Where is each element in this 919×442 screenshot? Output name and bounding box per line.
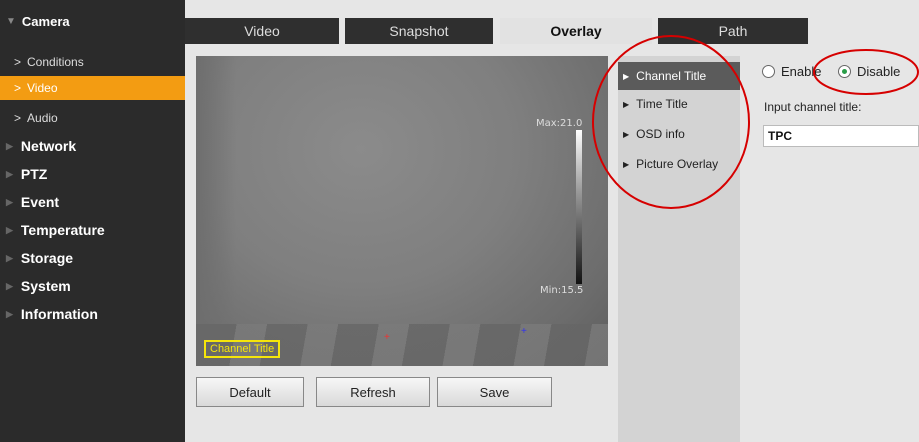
sidebar-item-label: Network [20, 138, 77, 154]
temperature-max-label: Max:21.0 [536, 118, 583, 129]
sidebar-item-label: PTZ [20, 166, 48, 182]
save-button[interactable]: Save [437, 377, 552, 407]
enable-label: Enable [781, 64, 822, 79]
disable-label: Disable [857, 64, 901, 79]
overlay-menu-label: Time Title [636, 97, 688, 111]
tab-video[interactable]: Video [185, 18, 339, 44]
sidebar-item-label: Audio [27, 111, 58, 125]
sidebar-item-network[interactable]: ▶ Network [0, 134, 185, 158]
overlay-menu-time-title[interactable]: ▶ Time Title [618, 90, 740, 118]
sidebar-item-temperature[interactable]: ▶ Temperature [0, 218, 185, 242]
sidebar-item-camera[interactable]: ▼ Camera [0, 10, 185, 32]
radio-checked-icon [838, 65, 851, 78]
overlay-menu-osd-info[interactable]: ▶ OSD info [618, 120, 740, 148]
triangle-right-icon: ▶ [6, 196, 13, 207]
default-button[interactable]: Default [196, 377, 304, 407]
chevron-right-icon: > [14, 55, 22, 69]
sidebar-item-audio[interactable]: > Audio [0, 106, 185, 130]
channel-title-form: Enable Disable Input channel title: [740, 56, 919, 442]
triangle-right-icon: ▶ [6, 224, 13, 235]
sidebar: ▼ Camera > Conditions > Video > Audio ▶ … [0, 0, 185, 442]
sidebar-item-label: System [20, 278, 71, 294]
channel-title-label: Input channel title: [764, 100, 862, 114]
triangle-right-icon: ▶ [623, 159, 630, 169]
temperature-scale-bar [576, 130, 582, 284]
sidebar-item-storage[interactable]: ▶ Storage [0, 246, 185, 270]
triangle-right-icon: ▶ [6, 140, 13, 151]
overlay-menu: ▶ Channel Title ▶ Time Title ▶ OSD info … [618, 56, 740, 442]
sidebar-item-label: Video [27, 81, 58, 95]
temperature-min-label: Min:15.5 [540, 285, 584, 296]
triangle-right-icon: ▶ [623, 129, 630, 139]
chevron-right-icon: > [14, 81, 22, 95]
triangle-down-icon: ▼ [6, 15, 16, 27]
sidebar-item-label: Storage [20, 250, 74, 266]
triangle-right-icon: ▶ [6, 308, 13, 319]
sidebar-item-label: Event [20, 194, 60, 210]
triangle-right-icon: ▶ [6, 280, 13, 291]
channel-title-input[interactable] [763, 125, 919, 147]
overlay-menu-label: OSD info [636, 127, 685, 141]
sidebar-item-label: Camera [21, 13, 70, 29]
tab-snapshot[interactable]: Snapshot [345, 18, 493, 44]
chevron-right-icon: > [14, 111, 22, 125]
overlay-menu-label: Channel Title [636, 69, 707, 83]
channel-title-overlay[interactable]: Channel Title [204, 340, 281, 358]
sidebar-item-label: Temperature [20, 222, 105, 238]
tab-overlay[interactable]: Overlay [500, 18, 652, 44]
sidebar-item-label: Conditions [27, 55, 84, 69]
sidebar-item-video[interactable]: > Video [0, 76, 185, 100]
triangle-right-icon: ▶ [623, 71, 630, 81]
video-shading [196, 56, 236, 366]
triangle-right-icon: ▶ [623, 99, 630, 109]
sidebar-item-ptz[interactable]: ▶ PTZ [0, 162, 185, 186]
sidebar-item-event[interactable]: ▶ Event [0, 190, 185, 214]
hot-spot-marker-icon: + [384, 332, 390, 343]
triangle-right-icon: ▶ [6, 168, 13, 179]
refresh-button[interactable]: Refresh [316, 377, 430, 407]
tab-path[interactable]: Path [658, 18, 808, 44]
disable-radio[interactable]: Disable [838, 64, 900, 79]
overlay-menu-label: Picture Overlay [636, 157, 719, 171]
sidebar-item-label: Information [20, 306, 98, 322]
overlay-menu-picture-overlay[interactable]: ▶ Picture Overlay [618, 150, 740, 178]
triangle-right-icon: ▶ [6, 252, 13, 263]
tab-bar: Video Snapshot Overlay Path [185, 18, 919, 44]
overlay-menu-channel-title[interactable]: ▶ Channel Title [618, 62, 740, 90]
radio-unchecked-icon [762, 65, 775, 78]
video-preview: Max:21.0 Min:15.5 + + Channel Title [196, 56, 608, 366]
sidebar-item-system[interactable]: ▶ System [0, 274, 185, 298]
cold-spot-marker-icon: + [521, 326, 527, 337]
enable-radio[interactable]: Enable [762, 64, 821, 79]
sidebar-item-conditions[interactable]: > Conditions [0, 50, 185, 74]
sidebar-item-information[interactable]: ▶ Information [0, 302, 185, 326]
